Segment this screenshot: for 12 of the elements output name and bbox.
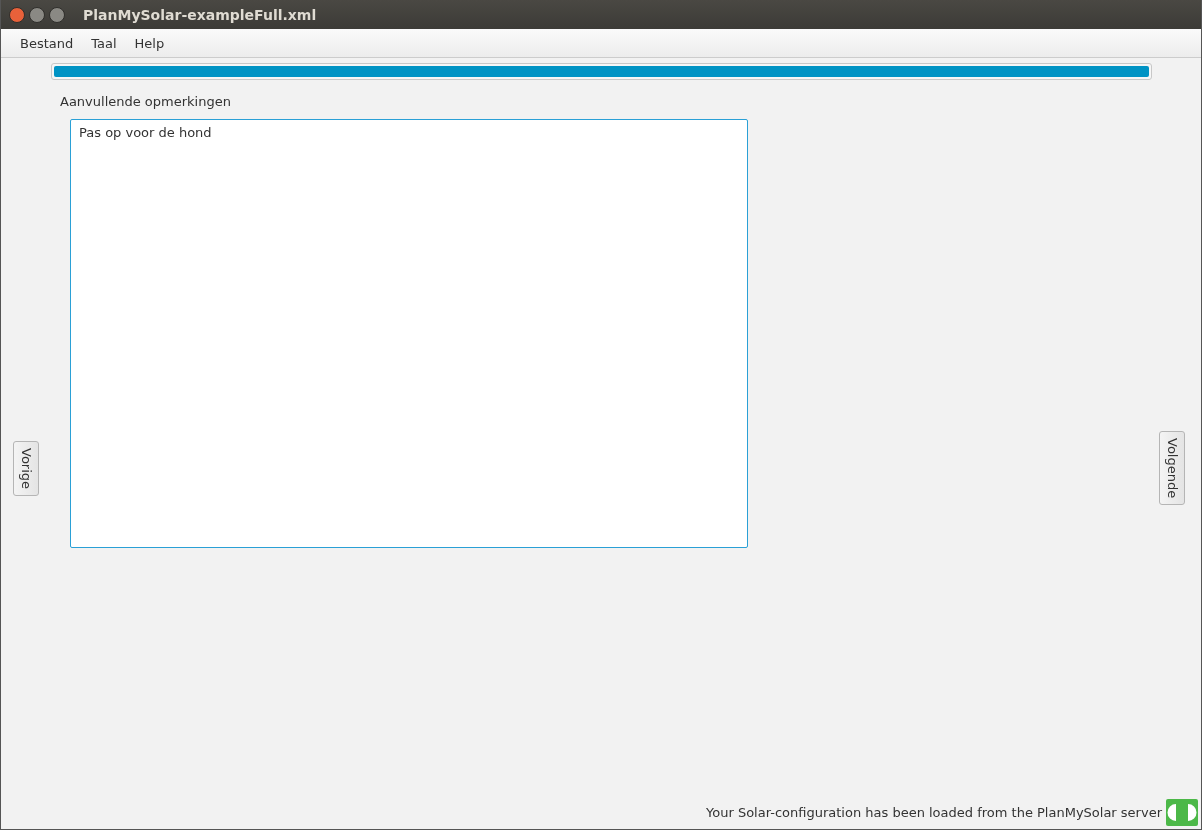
maximize-icon[interactable] — [49, 6, 65, 23]
remarks-field[interactable]: Pas op voor de hond — [70, 119, 748, 548]
minimize-icon[interactable] — [29, 6, 45, 23]
menu-item[interactable]: Help — [125, 35, 174, 51]
field-label: Aanvullende opmerkingen — [60, 94, 232, 109]
status-text: Your Solar-configuration has been loaded from the PlanMySolar server — [706, 804, 1162, 820]
previous-button[interactable]: Vorige — [13, 441, 39, 497]
menu-item[interactable]: Taal — [82, 35, 126, 51]
close-icon[interactable] — [9, 6, 25, 23]
next-button[interactable]: Volgende — [1159, 431, 1185, 506]
menu-item[interactable]: Bestand — [11, 35, 83, 51]
window-title: PlanMySolar-exampleFull.xml — [83, 6, 317, 23]
